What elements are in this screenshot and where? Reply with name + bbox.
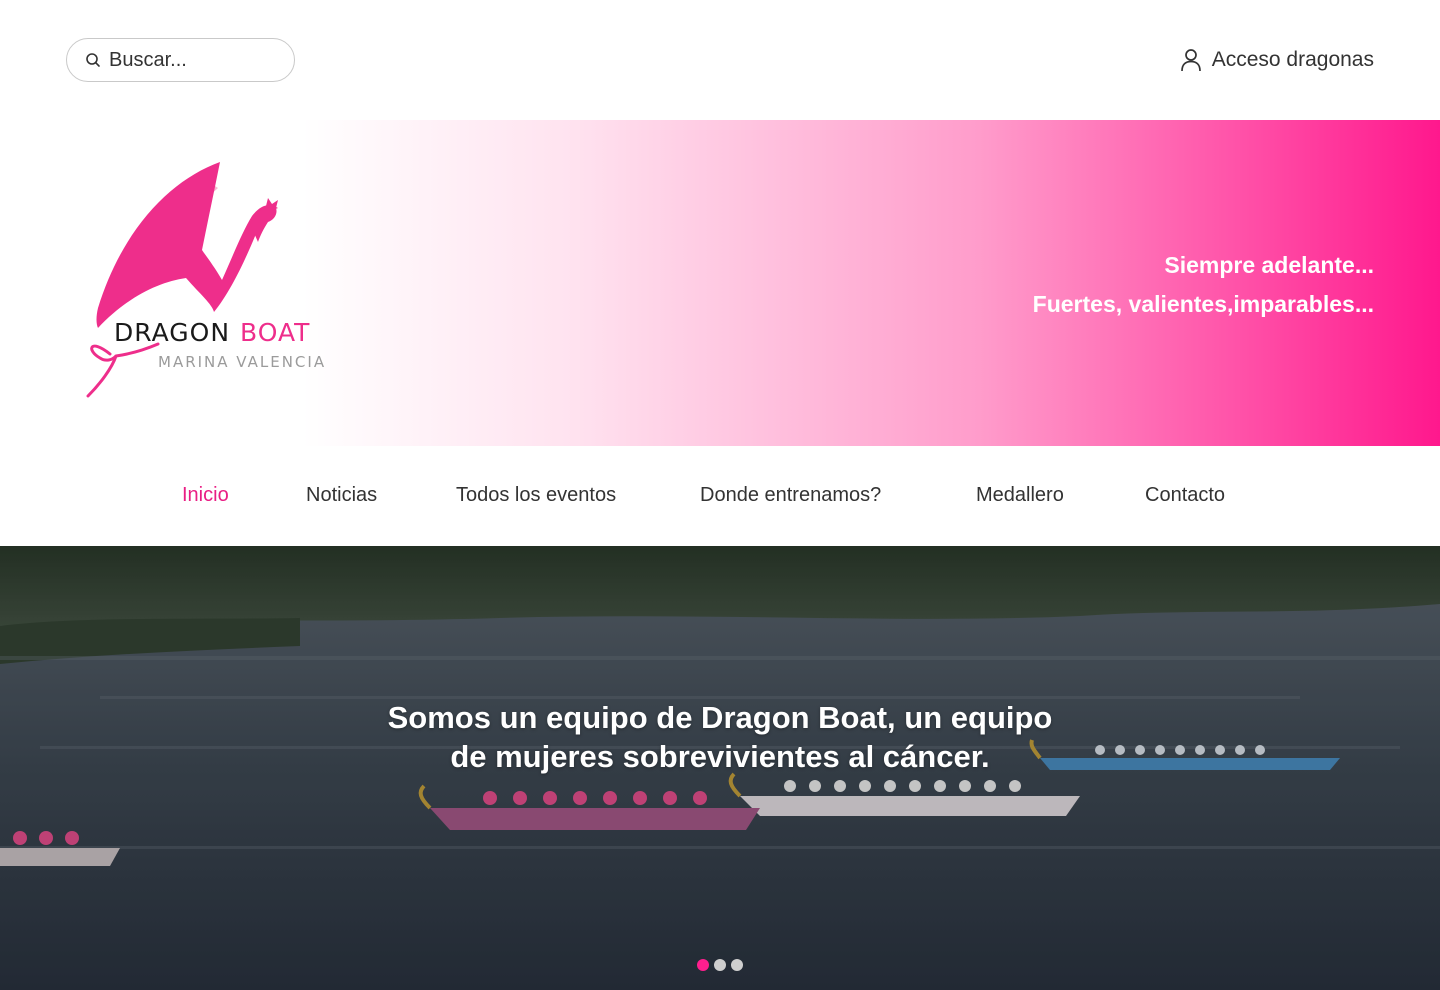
header-slogan: Siempre adelante... Fuertes, valientes,i… <box>1033 246 1374 324</box>
nav-item-medallero[interactable]: Medallero <box>976 484 1064 507</box>
brand-title: DRAGON BOAT <box>114 318 310 347</box>
search-input[interactable] <box>109 48 279 72</box>
hero-caption-line-2: de mujeres sobrevivientes al cáncer. <box>450 739 990 774</box>
slider-dot-1[interactable] <box>697 959 709 971</box>
slogan-line-1: Siempre adelante... <box>1164 252 1374 278</box>
main-nav: Inicio Noticias Todos los eventos Donde … <box>0 446 1440 546</box>
hero-caption-line-1: Somos un equipo de Dragon Boat, un equip… <box>387 700 1053 735</box>
top-bar: Acceso dragonas <box>0 0 1440 120</box>
nav-item-entrenamos[interactable]: Donde entrenamos? <box>700 484 881 507</box>
nav-item-inicio[interactable]: Inicio <box>182 484 229 507</box>
brand-subtitle: MARINA VALENCIA <box>158 353 327 371</box>
search-box[interactable] <box>66 38 295 82</box>
slider-dot-3[interactable] <box>731 959 743 971</box>
brand-title-word1: DRAGON <box>114 318 231 347</box>
nav-item-contacto[interactable]: Contacto <box>1145 484 1225 507</box>
slider-dot-2[interactable] <box>714 959 726 971</box>
brand-title-word2: BOAT <box>240 318 311 347</box>
nav-item-eventos[interactable]: Todos los eventos <box>456 484 616 507</box>
account-login-link[interactable]: Acceso dragonas <box>1180 44 1374 76</box>
slider-dots <box>697 959 743 971</box>
nav-item-noticias[interactable]: Noticias <box>306 484 377 507</box>
hero-caption: Somos un equipo de Dragon Boat, un equip… <box>0 698 1440 776</box>
user-icon <box>1180 49 1201 72</box>
hero-slider[interactable]: Somos un equipo de Dragon Boat, un equip… <box>0 546 1440 990</box>
account-login-label: Acceso dragonas <box>1211 48 1374 71</box>
slogan-line-2: Fuertes, valientes,imparables... <box>1032 291 1374 317</box>
search-icon <box>86 53 100 67</box>
